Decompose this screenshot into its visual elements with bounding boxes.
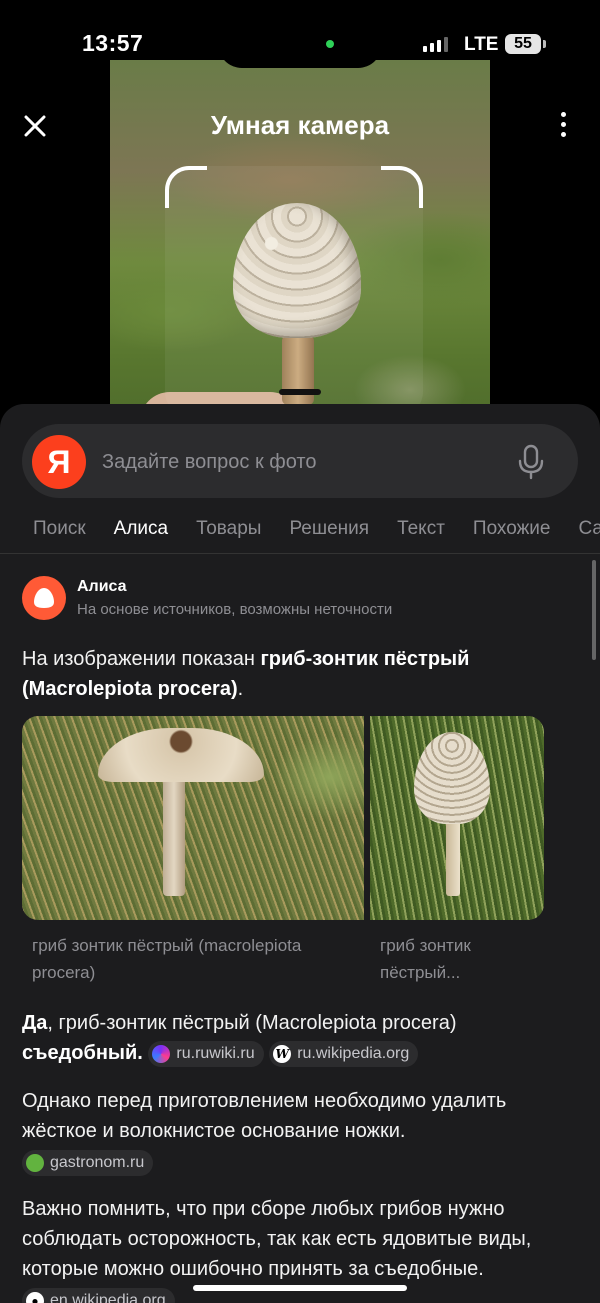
source-link-ruwiki[interactable]: ru.ruwiki.ru xyxy=(148,1040,264,1067)
preparation-note: Однако перед приготовлением необходимо у… xyxy=(22,1090,507,1142)
sheet-grabber[interactable] xyxy=(279,389,321,395)
gastronom-icon xyxy=(26,1154,44,1172)
tab-search[interactable]: Поиск xyxy=(33,504,86,540)
image-gallery[interactable] xyxy=(22,716,582,922)
more-menu-icon[interactable] xyxy=(556,112,570,140)
battery-icon: 55 xyxy=(505,34,541,54)
tab-alice[interactable]: Алиса xyxy=(114,504,168,540)
home-indicator[interactable] xyxy=(193,1285,407,1291)
frame-corner-top-left[interactable] xyxy=(165,166,207,208)
alice-name: Алиса xyxy=(77,578,127,595)
signal-icon xyxy=(423,36,448,52)
wikipedia-icon: W xyxy=(273,1044,292,1063)
edibility-statement: Да, гриб-зонтик пёстрый (Macrolepiota pr… xyxy=(22,1008,582,1068)
alice-header: Алиса На основе источников, возможны нет… xyxy=(22,574,582,622)
status-time: 13:57 xyxy=(82,30,144,56)
image-caption-2[interactable]: гриб зонтик пёстрый... xyxy=(380,932,540,986)
yandex-logo[interactable]: Я xyxy=(32,435,86,489)
selection-frame[interactable] xyxy=(165,166,423,416)
tab-solutions[interactable]: Решения xyxy=(289,504,369,540)
source-link-wikipedia-ru[interactable]: Wru.wikipedia.org xyxy=(269,1040,419,1067)
alice-avatar xyxy=(22,576,66,620)
tab-text[interactable]: Текст xyxy=(397,504,445,540)
tab-similar[interactable]: Похожие xyxy=(473,504,551,540)
scrollbar[interactable] xyxy=(592,560,596,660)
image-captions: гриб зонтик пёстрый (macrolepiota procer… xyxy=(22,932,582,990)
network-type: LTE xyxy=(464,34,499,55)
results-sheet[interactable]: Я ПоискАлисаТоварыРешенияТекстПохожиеСа … xyxy=(0,404,600,1303)
image-caption-1[interactable]: гриб зонтик пёстрый (macrolepiota procer… xyxy=(32,932,352,986)
search-bar[interactable]: Я xyxy=(22,424,578,498)
source-link-gastronom[interactable]: gastronom.ru xyxy=(22,1150,154,1176)
ruwiki-icon xyxy=(152,1044,171,1063)
caution-note: Важно помнить, что при сборе любых грибо… xyxy=(22,1198,532,1280)
tab-products[interactable]: Товары xyxy=(196,504,261,540)
result-image-2[interactable] xyxy=(370,716,544,920)
en-wikipedia-icon: ● xyxy=(26,1292,44,1303)
alice-answer: Алиса На основе источников, возможны нет… xyxy=(22,574,582,1303)
frame-corner-top-right[interactable] xyxy=(381,166,423,208)
tab-bar: Поиск Алиса Товары Решения Текст Похожие Са xyxy=(0,504,600,554)
search-input[interactable] xyxy=(102,446,482,478)
status-bar: 13:57 LTE 55 xyxy=(0,0,600,90)
alice-disclaimer: На основе источников, возможны неточност… xyxy=(77,601,393,618)
dynamic-island xyxy=(218,20,382,68)
page-title: Умная камера xyxy=(210,110,390,140)
microphone-icon[interactable] xyxy=(516,444,546,480)
tab-overflow[interactable]: Са xyxy=(578,504,600,540)
result-image-1[interactable] xyxy=(22,716,364,920)
camera-indicator-dot xyxy=(326,40,334,48)
answer-intro: На изображении показан гриб-зонтик пёстр… xyxy=(22,648,470,700)
source-link-wikipedia-en[interactable]: ● en.wikipedia.org xyxy=(22,1288,175,1303)
